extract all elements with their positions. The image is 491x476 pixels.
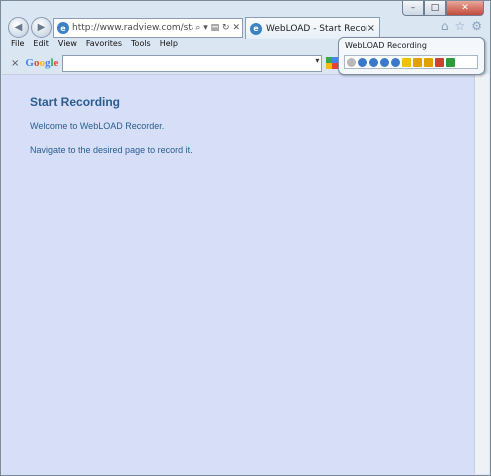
minimize-button[interactable]: – — [402, 1, 424, 16]
gear-icon[interactable]: ⚙ — [471, 19, 482, 33]
home-icon[interactable]: ⌂ — [441, 19, 449, 33]
tab-title: WebLOAD - Start Recording — [266, 23, 367, 34]
browser-window: – □ ✕ ◀ ▶ e http://www.radview.com/start… — [0, 0, 491, 476]
record-icon[interactable] — [347, 57, 356, 67]
back-button[interactable]: ◀ — [8, 17, 29, 38]
address-controls[interactable]: ⌕ ▾ ▤ ↻ ✕ — [193, 23, 242, 33]
arrow-right-icon: ▶ — [37, 22, 46, 33]
menu-view[interactable]: View — [58, 39, 77, 52]
forward-arrow-icon[interactable] — [446, 57, 455, 67]
stop-icon[interactable] — [358, 57, 367, 67]
caption-buttons: – □ ✕ — [402, 1, 484, 16]
menu-file[interactable]: File — [11, 39, 24, 52]
toolbar-right-icons: ⌂ ☆ ⚙ — [441, 19, 482, 33]
recording-toolbar — [344, 55, 478, 69]
recording-panel-title: WebLOAD Recording — [345, 41, 427, 50]
google-toolbar-close-icon[interactable]: × — [11, 58, 19, 69]
upload-icon[interactable] — [413, 57, 422, 67]
insert-icon[interactable] — [424, 57, 433, 67]
arrow-left-icon: ◀ — [14, 22, 23, 33]
info-icon[interactable] — [391, 57, 400, 67]
navigation-bar: ◀ ▶ e http://www.radview.com/start_re ⌕ … — [1, 15, 490, 39]
page-content: Start Recording Welcome to WebLOAD Recor… — [2, 74, 474, 475]
menu-favorites[interactable]: Favorites — [86, 39, 122, 52]
page-heading: Start Recording — [30, 95, 121, 109]
google-search-button-icon[interactable] — [326, 57, 339, 69]
back-arrow-icon[interactable] — [435, 57, 444, 67]
webload-recording-panel: WebLOAD Recording — [338, 37, 485, 75]
vertical-scrollbar[interactable] — [474, 74, 489, 474]
instruction-text: Navigate to the desired page to record i… — [30, 145, 193, 155]
close-button[interactable]: ✕ — [446, 1, 484, 16]
message-icon[interactable] — [402, 57, 411, 67]
tab-close-icon[interactable]: × — [367, 23, 379, 34]
pause-icon[interactable] — [380, 57, 389, 67]
address-url[interactable]: http://www.radview.com/start_re — [72, 23, 193, 33]
star-icon[interactable]: ☆ — [454, 19, 465, 33]
google-logo: Google — [25, 57, 59, 69]
ie-page-icon: e — [57, 22, 69, 34]
play-icon[interactable] — [369, 57, 378, 67]
forward-button[interactable]: ▶ — [31, 17, 52, 38]
ie-tab-icon: e — [250, 22, 262, 35]
google-search-dropdown-icon[interactable]: ▾ — [315, 56, 319, 65]
address-bar[interactable]: e http://www.radview.com/start_re ⌕ ▾ ▤ … — [53, 18, 243, 38]
maximize-button[interactable]: □ — [424, 1, 446, 16]
menu-tools[interactable]: Tools — [131, 39, 151, 52]
google-search-input[interactable]: ▾ — [62, 54, 323, 72]
welcome-text: Welcome to WebLOAD Recorder. — [30, 121, 165, 131]
tab-webload-start-recording[interactable]: e WebLOAD - Start Recording × — [245, 17, 380, 39]
menu-edit[interactable]: Edit — [33, 39, 49, 52]
menu-help[interactable]: Help — [160, 39, 178, 52]
